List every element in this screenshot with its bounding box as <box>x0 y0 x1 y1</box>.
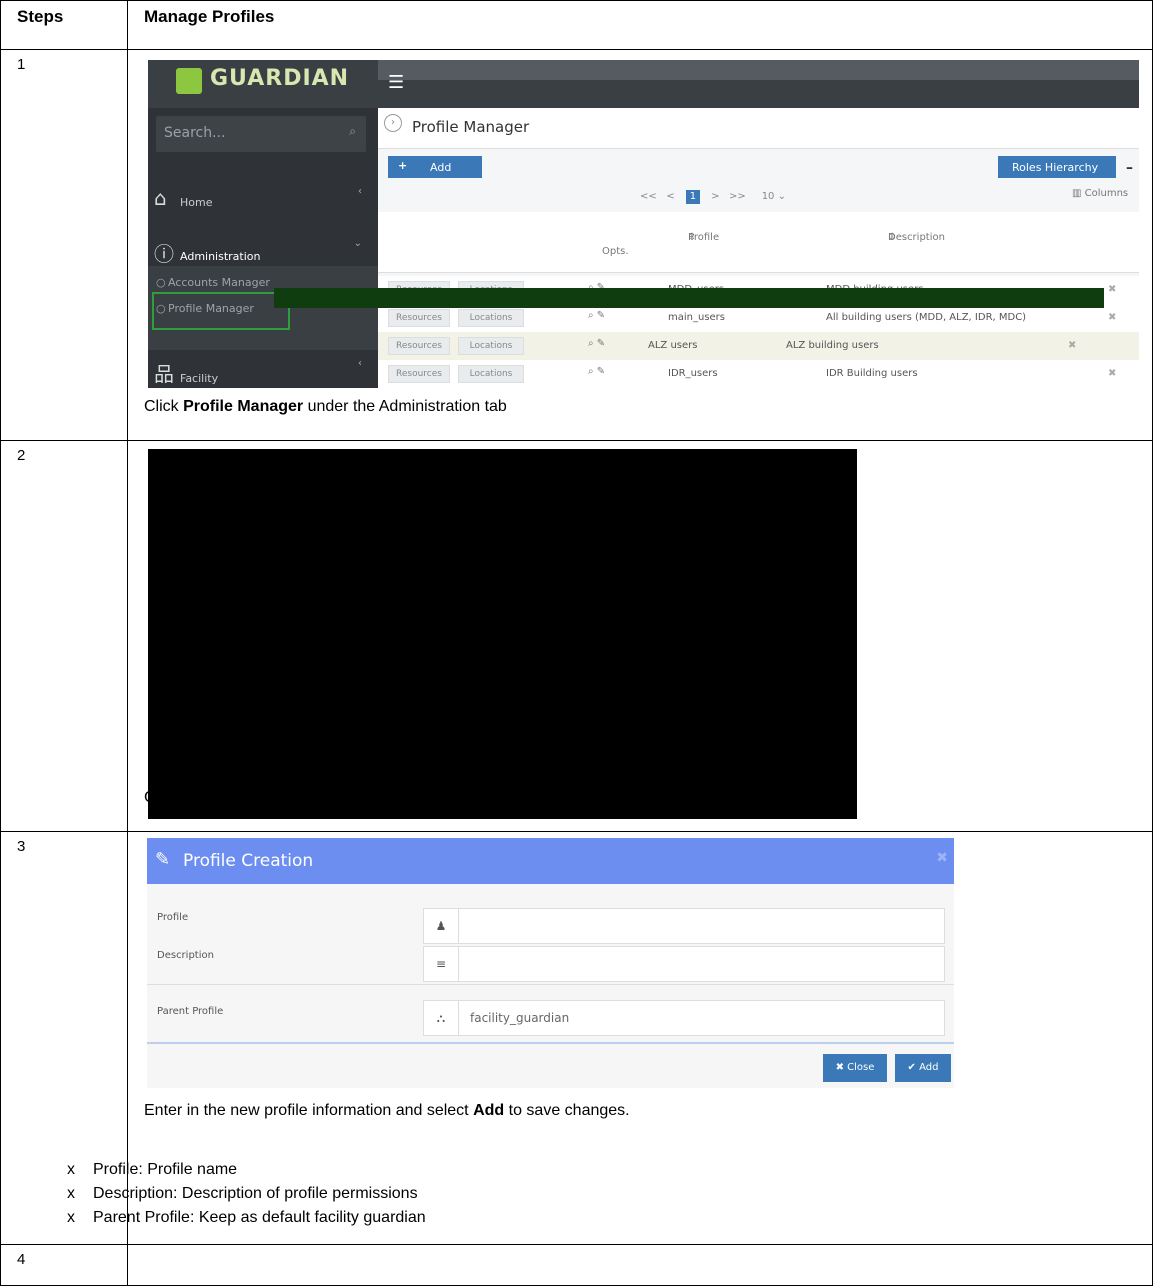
step-2-content: Click Add <box>127 440 1153 832</box>
sidebar-item-accounts-manager[interactable]: ○ Accounts Manager <box>156 276 270 289</box>
delete-icon[interactable]: ✖ <box>1068 340 1076 351</box>
step-1-content: GUARDIAN ☰ Search... ⌕ ⌂ Home ‹ ⓘ Admini… <box>127 49 1153 441</box>
profile-creation-dialog: ✎ Profile Creation ✖ Profile ♟ Descripti… <box>147 838 954 1088</box>
locations-button[interactable]: Locations <box>458 337 524 355</box>
step-number: 4 <box>17 1251 26 1268</box>
view-edit-icons[interactable]: ⌕ ✎ <box>588 310 605 321</box>
step-number: 1 <box>17 56 26 73</box>
page-title: Profile Manager <box>412 118 530 136</box>
resources-button[interactable]: Resources <box>388 337 450 355</box>
profile-label: Profile <box>157 912 189 923</box>
blank-screenshot <box>148 449 857 819</box>
collapse-icon[interactable]: › <box>384 114 402 132</box>
divider <box>147 984 954 985</box>
field-instructions-list: x Profile: Profile name x Description: Des… <box>67 1158 426 1230</box>
sitemap-icon: ⛬ <box>424 1001 459 1035</box>
chevron-left-icon: ‹ <box>358 186 362 197</box>
chevron-down-icon: ⌄ <box>353 238 362 249</box>
table-row: Resources Locations ⌕ ✎ ALZ users ALZ bu… <box>378 332 1139 361</box>
step-4-number-cell: 4 <box>0 1244 128 1286</box>
main-panel: › Profile Manager + Add Roles Hierarchy … <box>378 108 1139 388</box>
pagination: << < 1 > >> 10 ⌄ <box>640 190 786 204</box>
list-item: x Profile: Profile name <box>67 1161 238 1178</box>
minimize-icon[interactable]: – <box>1126 160 1133 176</box>
last-page-button[interactable]: >> <box>729 191 746 202</box>
facility-icon: 品 <box>154 362 174 386</box>
step-2-caption: Click Add <box>144 789 215 806</box>
column-description[interactable]: Description ⇕ <box>888 232 945 243</box>
menu-toggle-icon[interactable]: ☰ <box>388 72 404 93</box>
description-field[interactable]: ≡ <box>423 946 945 982</box>
close-icon[interactable]: ✖ <box>936 850 948 866</box>
search-icon: ⌕ <box>349 124 356 138</box>
search-input[interactable]: Search... ⌕ <box>156 116 366 152</box>
delete-icon[interactable]: ✖ <box>1108 312 1116 323</box>
administration-icon: ⓘ <box>154 242 174 266</box>
table-row: Resources Locations ⌕ ✎ main_users All b… <box>378 304 1139 333</box>
logo-icon <box>176 68 202 94</box>
steps-table: Steps Manage Profiles 1 GUARDIAN ☰ Searc… <box>0 0 1153 1286</box>
plus-icon: + <box>398 159 408 172</box>
logo-text: GUARDIAN <box>210 66 350 91</box>
step-number: 2 <box>17 447 26 464</box>
user-icon: ♟ <box>424 909 459 943</box>
first-page-button[interactable]: << <box>640 191 657 202</box>
columns-button[interactable]: ▥ Columns <box>1072 188 1128 199</box>
view-edit-icons[interactable]: ⌕ ✎ <box>588 366 605 377</box>
page-header: › Profile Manager <box>378 108 1139 149</box>
step-1-number-cell: 1 <box>0 49 128 441</box>
page-size-select[interactable]: 10 <box>762 191 775 202</box>
page-1-button[interactable]: 1 <box>685 190 700 204</box>
close-button[interactable]: ✖ Close <box>823 1054 887 1082</box>
table-header: Opts. Profile ⇕ Description ⇕ <box>378 212 1139 273</box>
title-header: Manage Profiles <box>127 0 1153 50</box>
sidebar: Search... ⌕ ⌂ Home ‹ ⓘ Administration ⌄ <box>148 108 378 388</box>
profile-manager-highlight <box>152 292 290 330</box>
resources-button[interactable]: Resources <box>388 365 450 383</box>
image-artifact <box>274 288 1104 308</box>
column-profile[interactable]: Profile ⇕ <box>688 232 719 243</box>
top-bar-strip <box>378 60 1139 80</box>
step-4-content <box>127 1244 1153 1286</box>
locations-button[interactable]: Locations <box>458 365 524 383</box>
locations-button[interactable]: Locations <box>458 309 524 327</box>
step-1-caption: Click Profile Manager under the Administ… <box>144 398 507 415</box>
prev-page-button[interactable]: < <box>666 191 674 202</box>
view-edit-icons[interactable]: ⌕ ✎ <box>588 338 605 349</box>
list-item: x Description: Description of profile per… <box>67 1185 418 1202</box>
roles-hierarchy-button[interactable]: Roles Hierarchy <box>998 156 1116 178</box>
resources-button[interactable]: Resources <box>388 309 450 327</box>
divider <box>147 1042 954 1044</box>
delete-icon[interactable]: ✖ <box>1108 368 1116 379</box>
step-2-number-cell: 2 <box>0 440 128 832</box>
edit-icon: ✎ <box>155 849 171 870</box>
profile-manager-screenshot: GUARDIAN ☰ Search... ⌕ ⌂ Home ‹ ⓘ Admini… <box>148 60 1139 388</box>
column-opts: Opts. <box>602 246 629 257</box>
home-icon: ⌂ <box>154 186 167 210</box>
profile-field[interactable]: ♟ <box>423 908 945 944</box>
chevron-left-icon: ‹ <box>358 358 362 369</box>
steps-header: Steps <box>0 0 128 50</box>
dialog-header: ✎ Profile Creation ✖ <box>147 838 954 884</box>
next-page-button[interactable]: > <box>711 191 719 202</box>
add-button[interactable]: ✔ Add <box>895 1054 951 1082</box>
step-number: 3 <box>17 838 26 855</box>
parent-profile-label: Parent Profile <box>157 1006 224 1017</box>
align-left-icon: ≡ <box>424 947 459 981</box>
add-button[interactable]: + Add <box>388 156 482 178</box>
delete-icon[interactable]: ✖ <box>1108 284 1116 295</box>
step-3-caption: Enter in the new profile information and… <box>144 1102 630 1119</box>
list-item: x Parent Profile: Keep as default facilit… <box>67 1209 426 1226</box>
description-label: Description <box>157 950 214 961</box>
table-row: Resources Locations ⌕ ✎ IDR_users IDR Bu… <box>378 360 1139 388</box>
parent-profile-select[interactable]: ⛬ facility_guardian <box>423 1000 945 1036</box>
dialog-title: Profile Creation <box>183 851 314 871</box>
